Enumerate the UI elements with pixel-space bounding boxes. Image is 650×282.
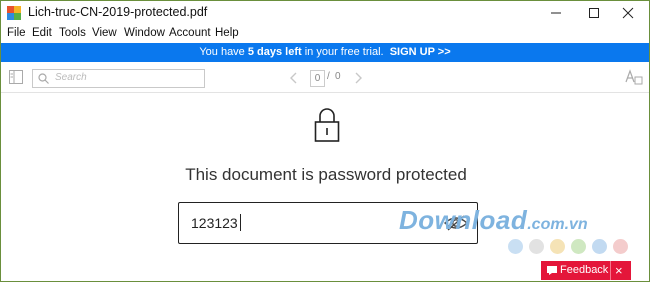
watermark-dot bbox=[592, 239, 607, 254]
menu-window[interactable]: Window bbox=[124, 27, 165, 39]
feedback-button[interactable]: Feedback × bbox=[541, 261, 631, 280]
feedback-label: Feedback bbox=[560, 264, 609, 276]
watermark-dot bbox=[508, 239, 523, 254]
search-icon bbox=[38, 73, 49, 84]
feedback-close-icon[interactable]: × bbox=[615, 263, 623, 278]
watermark-dots bbox=[508, 239, 628, 254]
page-separator: / bbox=[327, 71, 330, 82]
next-page-icon[interactable] bbox=[354, 72, 362, 84]
app-window: Lich-truc-CN-2019-protected.pdf File Edi… bbox=[0, 0, 650, 282]
window-title: Lich-truc-CN-2019-protected.pdf bbox=[28, 5, 208, 19]
menu-bar: File Edit Tools View Window Account Help bbox=[1, 25, 649, 43]
menu-edit[interactable]: Edit bbox=[32, 27, 52, 39]
menu-file[interactable]: File bbox=[7, 27, 26, 39]
trial-suffix: in your free trial. bbox=[301, 46, 384, 58]
download-watermark: Download.com.vn bbox=[399, 205, 588, 236]
lock-icon bbox=[314, 108, 340, 142]
close-icon bbox=[622, 7, 634, 19]
sidebar-toggle-icon[interactable] bbox=[9, 70, 23, 84]
search-input[interactable]: Search bbox=[32, 69, 205, 88]
maximize-icon bbox=[589, 8, 599, 18]
feedback-divider bbox=[610, 261, 611, 280]
menu-view[interactable]: View bbox=[92, 27, 117, 39]
page-total: 0 bbox=[335, 71, 341, 82]
toolbar: Search 0 / 0 bbox=[1, 62, 649, 93]
watermark-dot bbox=[529, 239, 544, 254]
menu-account[interactable]: Account bbox=[169, 27, 211, 39]
trial-days-left: 5 days left bbox=[247, 46, 302, 58]
watermark-dot bbox=[571, 239, 586, 254]
chat-icon bbox=[547, 266, 557, 275]
menu-tools[interactable]: Tools bbox=[59, 27, 86, 39]
watermark-dot bbox=[613, 239, 628, 254]
app-logo-icon bbox=[7, 6, 21, 20]
watermark-dot bbox=[550, 239, 565, 254]
previous-page-icon[interactable] bbox=[290, 72, 298, 84]
title-bar: Lich-truc-CN-2019-protected.pdf bbox=[1, 1, 649, 25]
sign-up-link[interactable]: SIGN UP >> bbox=[390, 46, 451, 58]
menu-help[interactable]: Help bbox=[215, 27, 239, 39]
password-value: 123123 bbox=[191, 215, 238, 231]
current-page-input[interactable]: 0 bbox=[310, 70, 325, 87]
close-window-button[interactable] bbox=[605, 1, 649, 25]
search-placeholder: Search bbox=[55, 72, 87, 83]
text-settings-icon[interactable] bbox=[625, 69, 643, 85]
trial-banner: You have 5 days left in your free trial.… bbox=[1, 43, 649, 62]
trial-prefix: You have bbox=[199, 46, 248, 58]
watermark-main: Download bbox=[399, 205, 528, 235]
minimize-icon bbox=[551, 12, 561, 14]
text-caret bbox=[240, 214, 241, 231]
password-protected-message: This document is password protected bbox=[185, 165, 467, 184]
watermark-domain: .com.vn bbox=[527, 216, 588, 233]
